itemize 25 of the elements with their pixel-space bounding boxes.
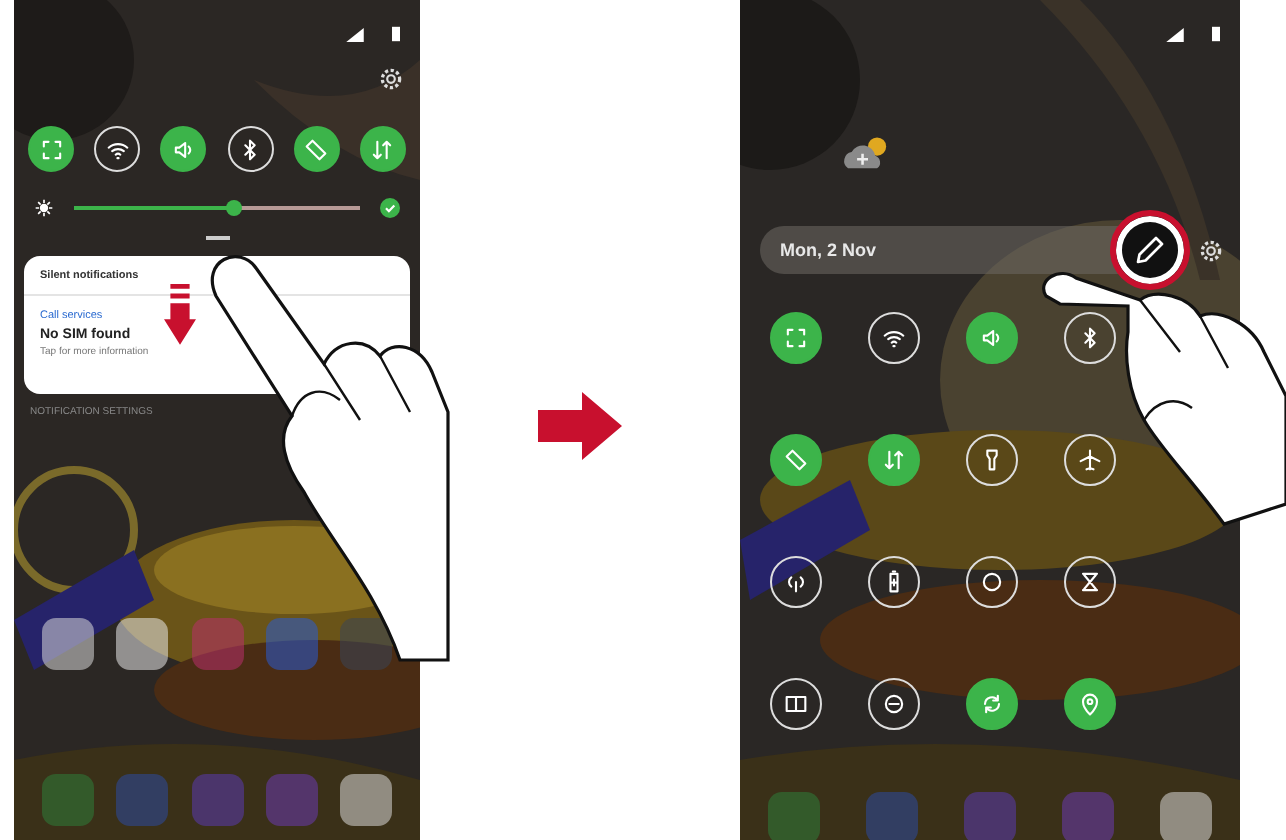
corners-icon [781,324,809,352]
signal-icon [1166,28,1184,42]
brightness-icon [34,198,54,218]
app-icon[interactable] [340,617,392,669]
settings-icon[interactable] [378,65,404,91]
book-icon [781,690,809,718]
settings-icon[interactable] [1198,237,1224,263]
check-icon [382,200,398,216]
pencil-icon [1132,232,1168,268]
minus-icon [879,690,907,718]
app-icon[interactable] [116,617,169,669]
corners-icon [37,135,65,163]
battery-icon [392,26,400,42]
speaker-icon [977,324,1005,352]
signal-icon [346,28,364,42]
arrows-icon [368,135,397,163]
drag-handle[interactable] [205,236,229,239]
ring-icon [977,568,1005,596]
airplane-icon [1075,446,1103,474]
rotate-icon [781,446,809,474]
battery-icon [1212,26,1220,42]
date-text: Mon, 2 Nov [780,240,877,260]
rotate-icon [302,135,331,163]
arrows-icon [879,446,907,474]
right-arrow-icon [538,391,622,459]
